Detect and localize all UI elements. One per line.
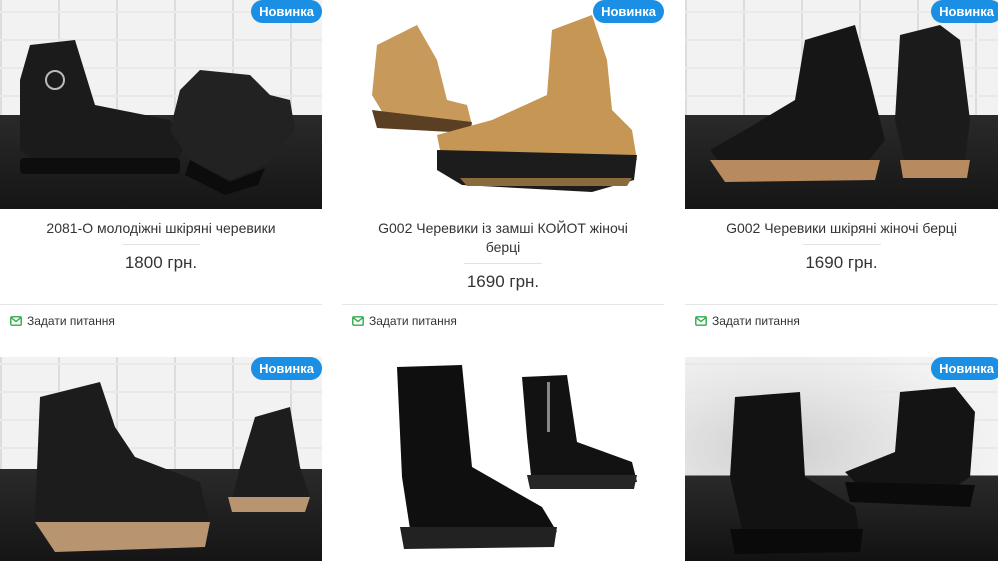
divider <box>802 244 881 245</box>
boot-image <box>710 25 970 182</box>
boot-image <box>35 382 310 552</box>
boot-image <box>372 15 637 192</box>
product-image[interactable]: Новинка <box>342 0 664 209</box>
new-badge: Новинка <box>251 357 322 380</box>
product-price: 1690 грн. <box>805 253 878 272</box>
divider <box>0 304 322 305</box>
divider <box>342 304 664 305</box>
ask-question-label: Задати питання <box>27 314 115 328</box>
ask-question-link[interactable]: Задати питання <box>695 314 800 328</box>
envelope-icon <box>695 316 707 326</box>
product-image[interactable] <box>342 357 664 561</box>
product-image[interactable]: Новинка <box>0 357 322 561</box>
product-card[interactable] <box>342 357 664 561</box>
product-title[interactable]: G002 Черевики із замші КОЙОТ жіночі берц… <box>362 219 644 257</box>
product-image[interactable]: Новинка <box>685 357 998 561</box>
new-badge: Новинка <box>251 0 322 23</box>
ask-question-link[interactable]: Задати питання <box>10 314 115 328</box>
product-image[interactable]: Новинка <box>0 0 322 209</box>
envelope-icon <box>10 316 22 326</box>
divider <box>464 263 542 264</box>
ask-question-label: Задати питання <box>369 314 457 328</box>
product-card[interactable]: Новинка 2081-О молодіжні шкіряні черевик… <box>0 0 322 328</box>
boot-image <box>20 40 295 195</box>
product-card[interactable]: Новинка <box>0 357 322 561</box>
ask-question-link[interactable]: Задати питання <box>352 314 457 328</box>
product-image[interactable]: Новинка <box>685 0 998 209</box>
product-price: 1690 грн. <box>466 272 540 291</box>
product-card[interactable]: Новинка G002 Черевики шкіряні жіночі бер… <box>685 0 998 328</box>
new-badge: Новинка <box>931 357 998 380</box>
new-badge: Новинка <box>593 0 664 23</box>
product-card[interactable]: Новинка <box>685 357 998 561</box>
new-badge: Новинка <box>931 0 998 23</box>
divider <box>122 244 200 245</box>
divider <box>685 304 998 305</box>
boot-image <box>397 365 637 549</box>
boot-image <box>730 387 975 554</box>
ask-question-label: Задати питання <box>712 314 800 328</box>
product-title[interactable]: 2081-О молодіжні шкіряні черевики <box>20 219 302 238</box>
product-price: 1800 грн. <box>124 253 198 272</box>
envelope-icon <box>352 316 364 326</box>
product-card[interactable]: Новинка G002 Черевики із замші КОЙОТ жін… <box>342 0 664 328</box>
product-title[interactable]: G002 Черевики шкіряні жіночі берці <box>705 219 978 238</box>
